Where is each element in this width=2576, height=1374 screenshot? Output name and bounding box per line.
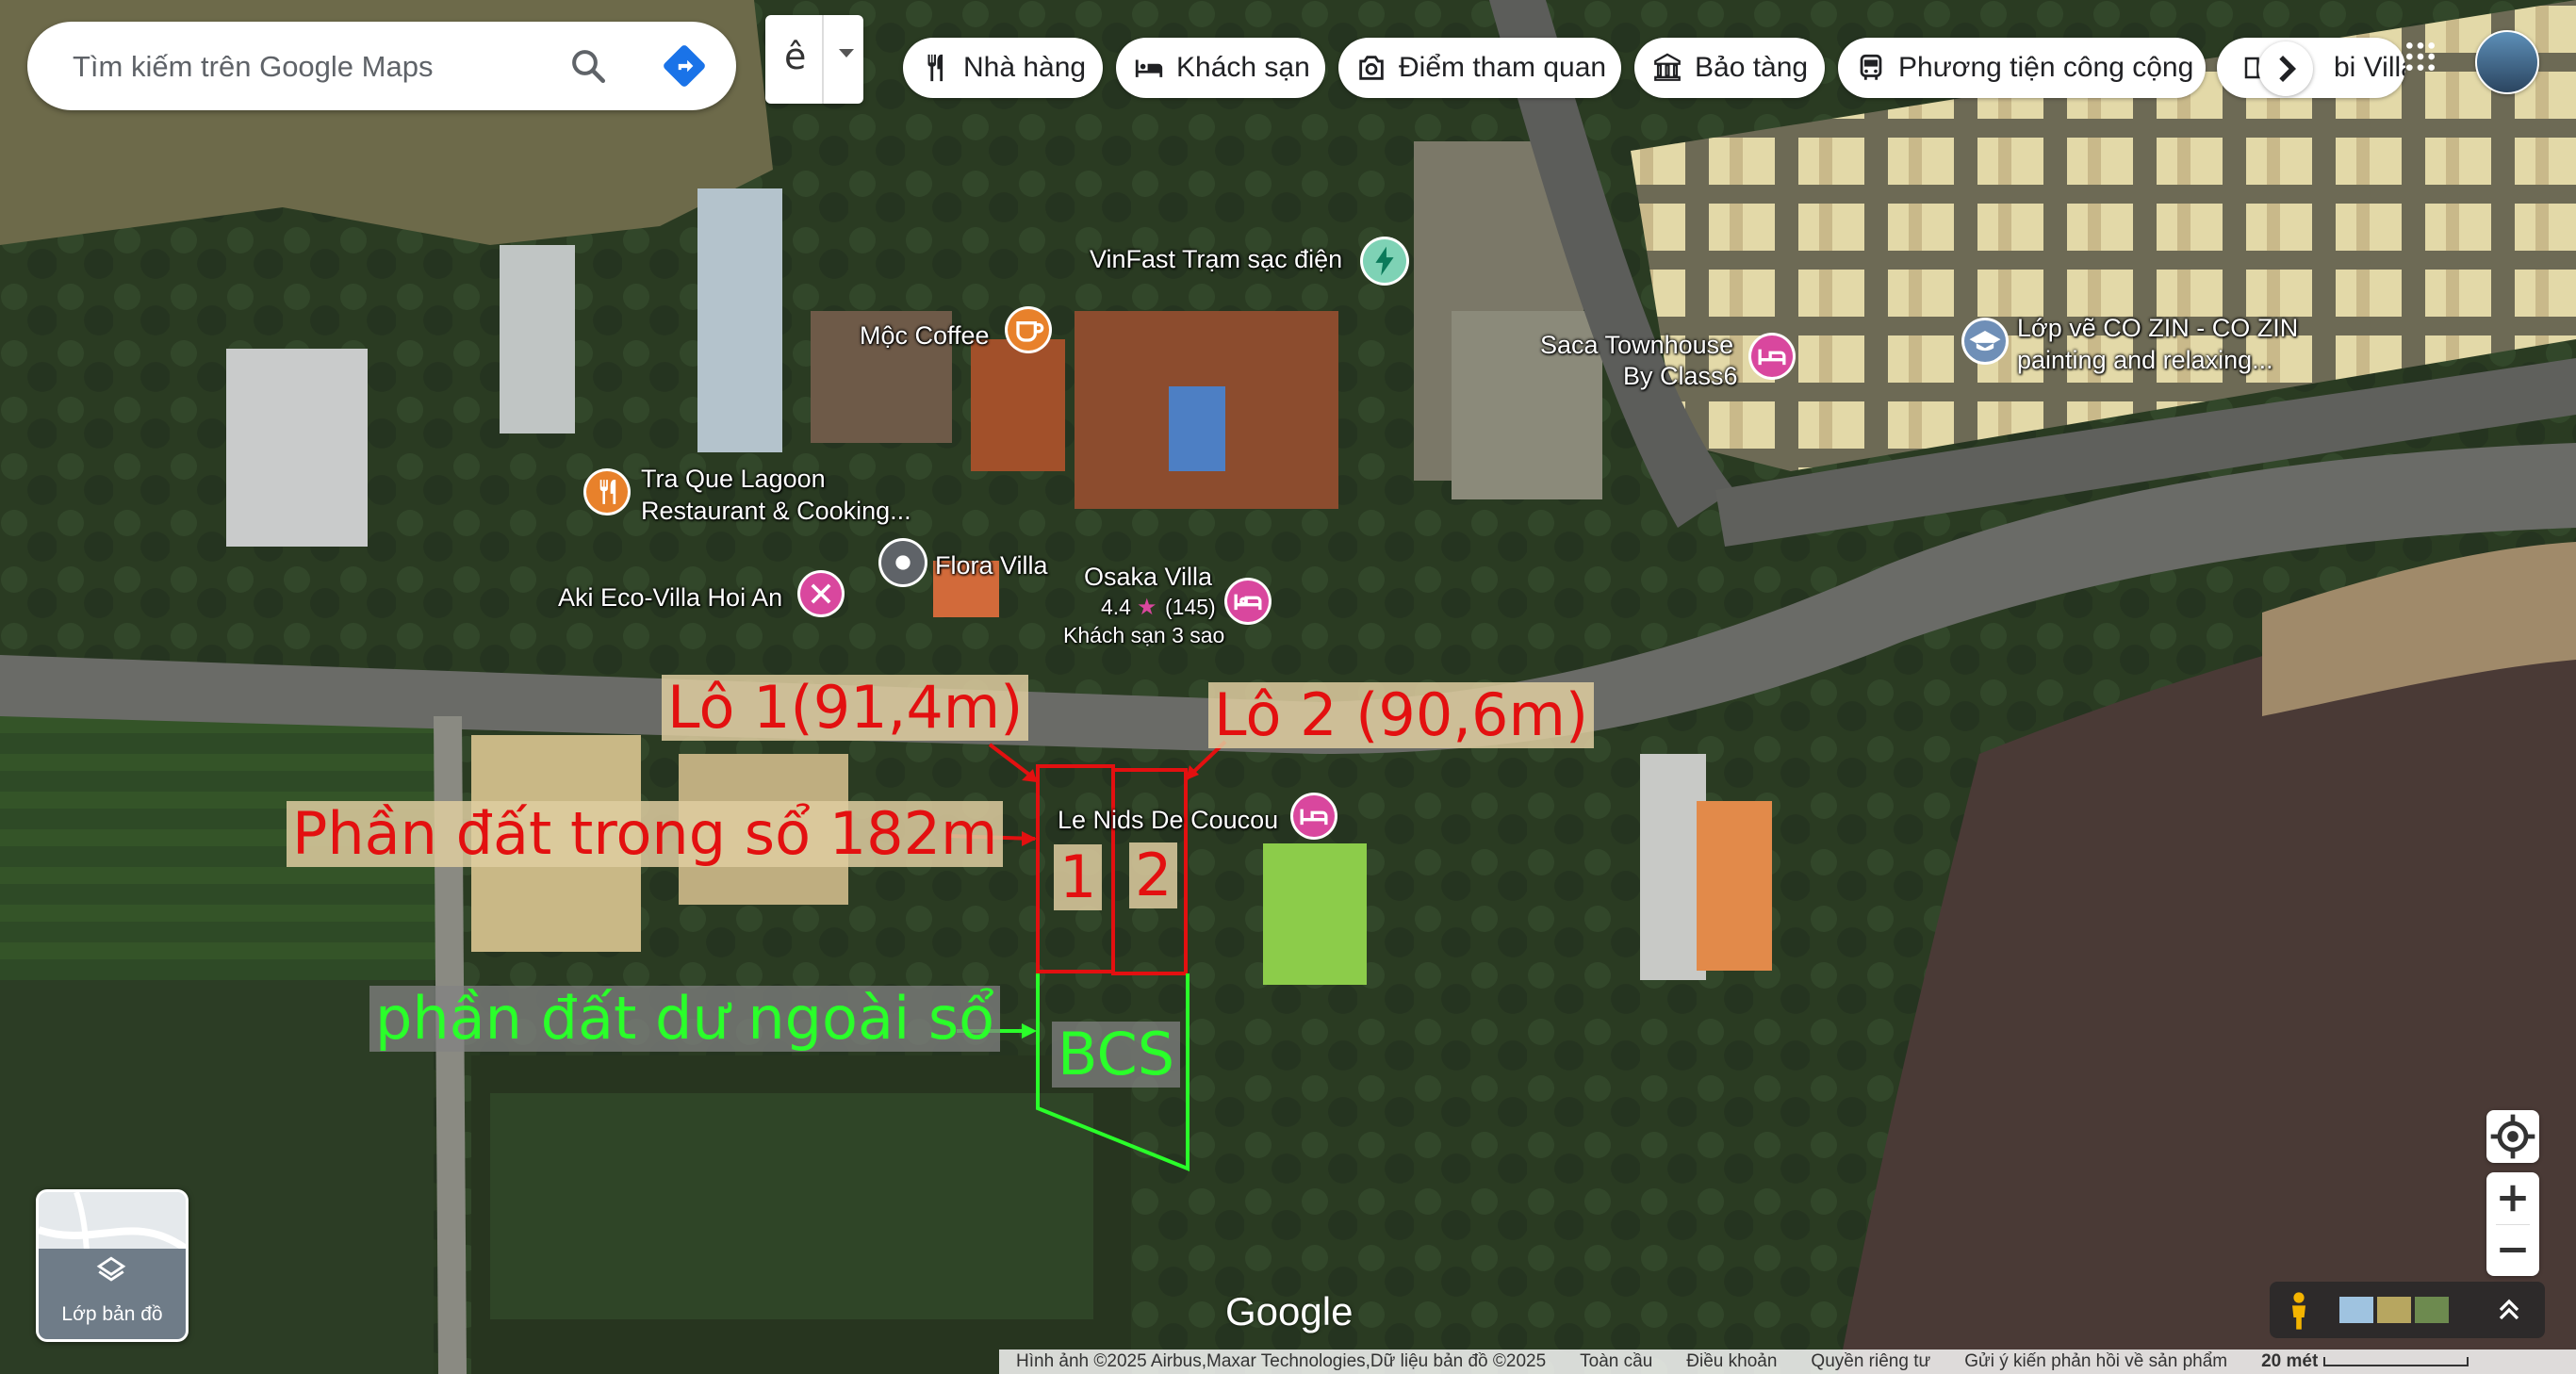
ime-toggle[interactable]: ê <box>765 15 863 104</box>
museum-icon <box>1654 53 1681 81</box>
annotation-lot-number-1: 1 <box>1054 844 1103 910</box>
footer-link-feedback[interactable]: Gửi ý kiến phản hồi về sản phẩm <box>1947 1351 2244 1372</box>
annotation-lot-number-2: 2 <box>1129 842 1178 908</box>
expand-icon[interactable] <box>2492 1293 2526 1332</box>
chevron-down-icon[interactable] <box>839 49 854 57</box>
chip-label: Điểm tham quan <box>1399 52 1607 83</box>
imagery-thumb-3[interactable] <box>2415 1297 2449 1323</box>
avatar[interactable] <box>2475 30 2539 94</box>
imagery-thumb-1[interactable] <box>2339 1297 2373 1323</box>
poi-tra-que-line2[interactable]: Restaurant & Cooking... <box>641 496 911 526</box>
bed-icon <box>1135 59 1163 77</box>
footer-link-global[interactable]: Toàn cầu <box>1563 1351 1669 1372</box>
chip-label: Nhà hàng <box>963 52 1087 83</box>
annotation-outside-book: phần đất dư ngoài sổ <box>369 986 1001 1052</box>
directions-icon[interactable] <box>661 42 708 94</box>
crosshair-icon <box>2490 1114 2535 1159</box>
annotation-lot2: Lô 2 (90,6m) <box>1208 682 1595 748</box>
coffee-icon[interactable] <box>1008 309 1049 351</box>
poi-flora-villa[interactable]: Flora Villa <box>935 550 1048 581</box>
chip-transit[interactable]: Phương tiện công cộng <box>1838 38 2206 98</box>
google-logo: Google <box>1225 1289 1354 1333</box>
apps-grid-icon[interactable] <box>2402 38 2439 80</box>
annotation-lot1: Lô 1(91,4m) <box>662 675 1029 741</box>
my-location-button[interactable] <box>2486 1110 2539 1163</box>
poi-saca-line1[interactable]: Saca Townhouse <box>1540 330 1733 360</box>
search-input[interactable] <box>71 44 546 90</box>
poi-vinfast[interactable]: VinFast Trạm sạc điện <box>1090 244 1342 274</box>
place-pin-icon[interactable] <box>881 541 925 584</box>
chip-label: Phương tiện công cộng <box>1898 52 2194 83</box>
rating-star-icon: ★ <box>1137 594 1157 620</box>
school-icon[interactable] <box>1964 320 2006 362</box>
camera-icon <box>1359 56 1384 80</box>
osaka-hotel-icon[interactable] <box>1227 581 1269 622</box>
poi-moc-coffee[interactable]: Mộc Coffee <box>860 320 990 351</box>
poi-tra-que-line1[interactable]: Tra Que Lagoon <box>641 464 826 494</box>
chip-label: Bảo tàng <box>1695 52 1809 83</box>
zoom-in-button[interactable] <box>2486 1172 2539 1224</box>
ime-char: ê <box>784 36 807 77</box>
zoom-control <box>2486 1172 2539 1276</box>
bus-icon <box>1860 54 1882 80</box>
poi-osaka-rating: 4.4 <box>1101 595 1131 619</box>
chip-museums[interactable]: Bảo tàng <box>1634 38 1825 98</box>
layers-icon <box>95 1254 127 1291</box>
attribution-footer: Hình ảnh ©2025 Airbus,Maxar Technologies… <box>999 1349 2576 1374</box>
annotation-in-book: Phần đất trong sổ 182m <box>287 801 1004 867</box>
le-nids-hotel-icon[interactable] <box>1293 795 1335 837</box>
minus-icon <box>2500 1247 2526 1253</box>
zoom-out-button[interactable] <box>2486 1224 2539 1276</box>
footer-link-privacy[interactable]: Quyền riêng tư <box>1794 1351 1947 1372</box>
layers-label: Lớp bản đồ <box>61 1303 163 1325</box>
poi-lop-ve-line2[interactable]: painting and relaxing... <box>2017 345 2273 375</box>
search-icon[interactable] <box>568 46 608 90</box>
poi-osaka-reviews: (145) <box>1165 595 1216 619</box>
chip-label: bi Villa <box>2334 52 2405 83</box>
scale-bar <box>2323 1357 2469 1366</box>
poi-saca-line2[interactable]: By Class6 <box>1623 361 1738 391</box>
annotation-bcs: BCS <box>1052 1022 1181 1088</box>
search-box[interactable] <box>27 22 736 110</box>
saca-hotel-icon[interactable] <box>1751 335 1793 377</box>
poi-osaka-villa[interactable]: Osaka Villa <box>1084 562 1212 592</box>
poi-aki-eco-villa[interactable]: Aki Eco-Villa Hoi An <box>558 582 782 613</box>
chip-attractions[interactable]: Điểm tham quan <box>1338 38 1621 98</box>
ime-divider <box>822 15 824 104</box>
plus-icon <box>2500 1185 2526 1212</box>
footer-link-terms[interactable]: Điều khoản <box>1669 1351 1794 1372</box>
pegman-icon[interactable] <box>2283 1291 2315 1335</box>
bottom-controls <box>2270 1282 2545 1338</box>
poi-le-nids[interactable]: Le Nids De Coucou <box>1058 805 1278 835</box>
layers-button[interactable]: Lớp bản đồ <box>36 1189 189 1342</box>
chevron-right-icon <box>2279 56 2297 82</box>
imagery-attribution: Hình ảnh ©2025 Airbus,Maxar Technologies… <box>1016 1351 1547 1371</box>
restaurant-icon[interactable] <box>586 471 628 513</box>
fork-knife-icon <box>927 54 943 82</box>
chips-next-button[interactable] <box>2258 41 2313 96</box>
chip-restaurants[interactable]: Nhà hàng <box>903 38 1103 98</box>
imagery-thumb-2[interactable] <box>2377 1297 2411 1323</box>
poi-lop-ve-line1[interactable]: Lớp vẽ CO ZIN - CO ZIN <box>2017 313 2298 343</box>
scale-label[interactable]: 20 mét <box>2244 1351 2335 1372</box>
aki-hotel-icon[interactable] <box>800 573 842 614</box>
chip-hotels[interactable]: Khách sạn <box>1116 38 1325 98</box>
poi-osaka-type: Khách sạn 3 sao <box>1063 623 1225 647</box>
ev-charger-icon[interactable] <box>1363 239 1406 283</box>
chip-label: Khách sạn <box>1176 52 1310 83</box>
